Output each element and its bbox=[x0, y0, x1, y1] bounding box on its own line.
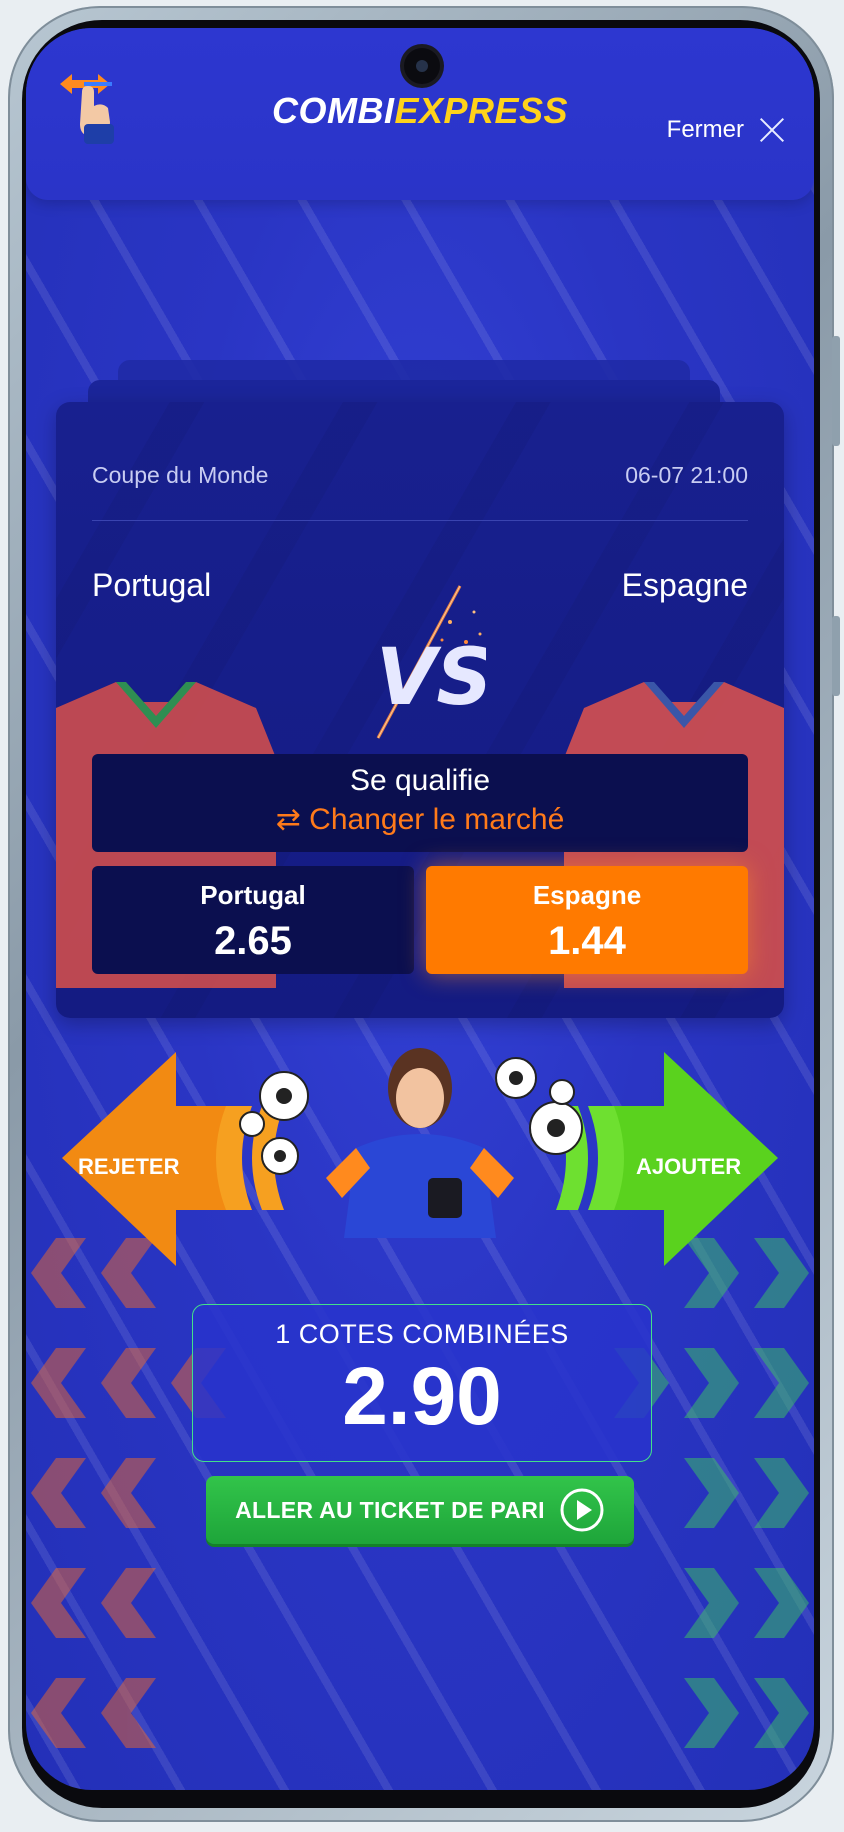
match-card[interactable]: Coupe du Monde 06-07 21:00 Portugal Espa… bbox=[56, 402, 784, 1018]
odd-button-away[interactable]: Espagne 1.44 bbox=[426, 866, 748, 974]
add-label[interactable]: AJOUTER bbox=[636, 1154, 741, 1180]
combined-odds-label: 1 COTES COMBINÉES bbox=[275, 1319, 569, 1349]
odd-value: 2.65 bbox=[214, 919, 292, 963]
front-camera bbox=[404, 48, 440, 84]
close-button[interactable]: Fermer bbox=[667, 116, 786, 144]
competition-name: Coupe du Monde bbox=[92, 462, 269, 488]
change-market-link[interactable]: ⇄ Changer le marché bbox=[92, 802, 748, 837]
odd-team-label: Portugal bbox=[200, 880, 306, 910]
reject-label[interactable]: REJETER bbox=[78, 1154, 179, 1180]
away-team-name: Espagne bbox=[621, 567, 748, 603]
combined-odds-value: 2.90 bbox=[342, 1351, 502, 1442]
home-team-name: Portugal bbox=[92, 567, 212, 603]
logo-text-express: EXPRESS bbox=[394, 90, 569, 131]
swipe-area[interactable]: REJETER AJOUTER bbox=[26, 1028, 814, 1328]
versus-icon: VS bbox=[376, 585, 486, 739]
app-screen: COMBIEXPRESS Fermer Coupe du Monde 06-07… bbox=[26, 28, 814, 1790]
combined-odds-box: 1 COTES COMBINÉES 2.90 bbox=[192, 1304, 652, 1462]
volume-button bbox=[832, 336, 840, 446]
market-title: Se qualifie bbox=[349, 764, 491, 797]
market-box[interactable]: Se qualifie ⇄ Changer le marché bbox=[92, 754, 748, 852]
play-icon bbox=[560, 1488, 604, 1532]
close-icon bbox=[758, 116, 786, 144]
odd-button-home[interactable]: Portugal 2.65 bbox=[92, 866, 414, 974]
close-label: Fermer bbox=[666, 116, 744, 143]
svg-text:VS: VS bbox=[376, 633, 486, 723]
logo-text-combi: COMBI bbox=[271, 90, 395, 131]
cta-label: ALLER AU TICKET DE PARI bbox=[235, 1496, 545, 1523]
odd-team-label: Espagne bbox=[532, 880, 642, 910]
power-button bbox=[832, 616, 840, 696]
go-to-bet-slip-button[interactable]: ALLER AU TICKET DE PARI bbox=[206, 1476, 634, 1544]
card-divider bbox=[92, 520, 748, 521]
match-datetime: 06-07 21:00 bbox=[625, 462, 748, 488]
odd-value: 1.44 bbox=[548, 919, 626, 963]
